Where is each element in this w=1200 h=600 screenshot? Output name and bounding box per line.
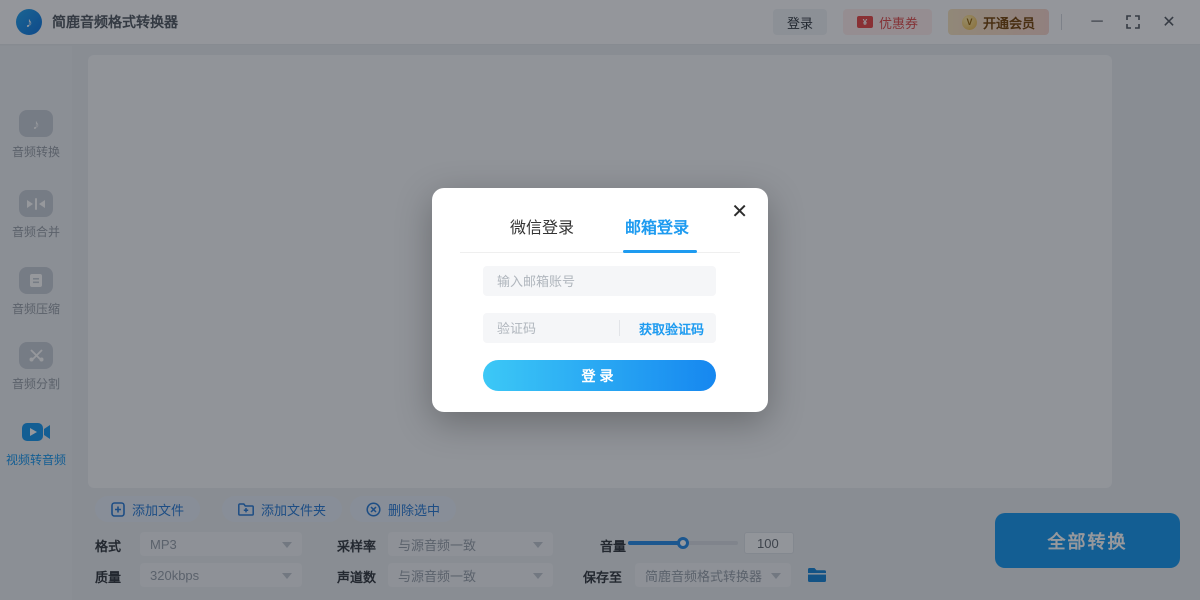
email-field-wrap bbox=[483, 266, 716, 296]
modal-login-button[interactable]: 登录 bbox=[483, 360, 716, 391]
login-modal: ✕ 微信登录 邮箱登录 获取验证码 登录 bbox=[432, 188, 768, 412]
get-code-button[interactable]: 获取验证码 bbox=[639, 313, 704, 343]
email-input[interactable] bbox=[483, 266, 716, 296]
app-window: ♪ 简鹿音频格式转换器 登录 ¥ 优惠券 V 开通会员 ─ ✕ ♪ 音频转换 bbox=[0, 0, 1200, 600]
active-tab-underline bbox=[623, 250, 697, 253]
modal-close-icon[interactable]: ✕ bbox=[731, 198, 748, 226]
tab-email-login[interactable]: 邮箱登录 bbox=[625, 214, 689, 238]
tab-wechat-login[interactable]: 微信登录 bbox=[510, 214, 574, 238]
tab-divider bbox=[460, 252, 740, 253]
code-field-divider bbox=[619, 320, 620, 336]
code-field-wrap: 获取验证码 bbox=[483, 313, 716, 343]
